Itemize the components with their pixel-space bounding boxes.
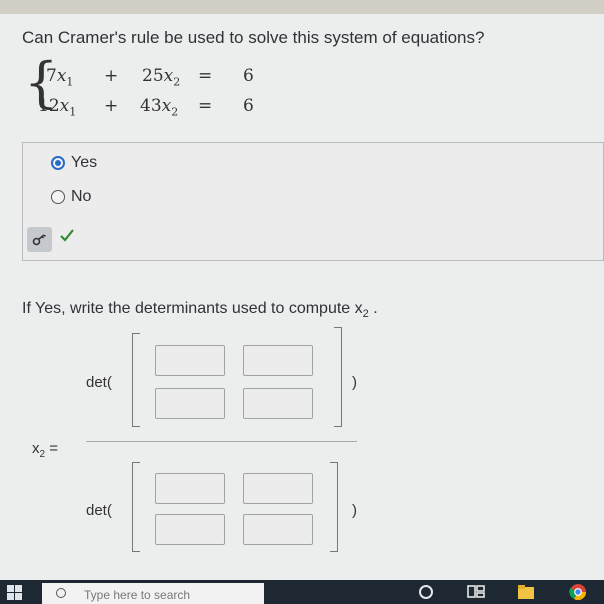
denominator-left-bracket [132, 462, 140, 552]
denominator-det-label: det( [86, 502, 112, 519]
taskbar-search-input[interactable]: Type here to search [42, 583, 264, 604]
question-text: Can Cramer's rule be used to solve this … [22, 28, 485, 47]
checkmark-icon [60, 229, 74, 242]
eq1-term1: 7x1 [46, 66, 74, 89]
numerator-det-label: det( [86, 374, 112, 391]
denominator-cell-1-1[interactable] [155, 473, 225, 504]
denominator-right-bracket [330, 462, 338, 552]
fraction-bar [86, 441, 357, 442]
key-icon-button[interactable] [27, 227, 52, 252]
numerator-cell-2-1[interactable] [155, 388, 225, 419]
eq1-operator: + [104, 66, 119, 86]
numerator-cell-1-1[interactable] [155, 345, 225, 376]
denominator-close-paren: ) [352, 502, 357, 519]
windows-taskbar: Type here to search [0, 580, 604, 604]
task-view-icon[interactable] [466, 583, 486, 601]
eq2-operator: + [104, 96, 119, 116]
numerator-left-bracket [132, 333, 140, 427]
denominator-cell-1-2[interactable] [243, 473, 313, 504]
radio-no[interactable] [51, 190, 65, 204]
eq1-term2: 25x2 [142, 66, 181, 89]
eq2-term2: 43x2 [140, 96, 179, 119]
numerator-close-paren: ) [352, 374, 357, 391]
top-strip [0, 0, 604, 14]
determinant-prompt: If Yes, write the determinants used to c… [22, 300, 378, 321]
answer-box: Yes No [22, 142, 604, 261]
eq2-equals: = [198, 96, 213, 116]
option-yes-label: Yes [71, 154, 98, 171]
option-no-label: No [71, 188, 92, 205]
denominator-cell-2-2[interactable] [243, 514, 313, 545]
denominator-cell-2-1[interactable] [155, 514, 225, 545]
eq1-equals: = [198, 66, 213, 86]
key-icon [32, 233, 46, 245]
eq2-rhs: 6 [243, 96, 254, 116]
equation-system: { 7x1 + 25x2 = 6 12x1 + 43x2 = 6 [22, 56, 282, 120]
search-placeholder: Type here to search [84, 588, 191, 602]
windows-start-icon[interactable] [7, 585, 22, 600]
radio-yes[interactable] [51, 156, 65, 170]
chrome-icon[interactable] [568, 583, 588, 601]
numerator-cell-1-2[interactable] [243, 345, 313, 376]
numerator-right-bracket [334, 327, 342, 427]
numerator-cell-2-2[interactable] [243, 388, 313, 419]
cortana-icon[interactable] [416, 583, 436, 601]
x2-label: x2 = [32, 440, 58, 460]
file-explorer-icon[interactable] [516, 583, 536, 601]
search-icon [56, 588, 66, 598]
eq2-term1: 12x1 [38, 96, 77, 119]
option-no[interactable]: No [51, 187, 91, 207]
eq1-rhs: 6 [243, 66, 254, 86]
option-yes[interactable]: Yes [51, 153, 97, 173]
